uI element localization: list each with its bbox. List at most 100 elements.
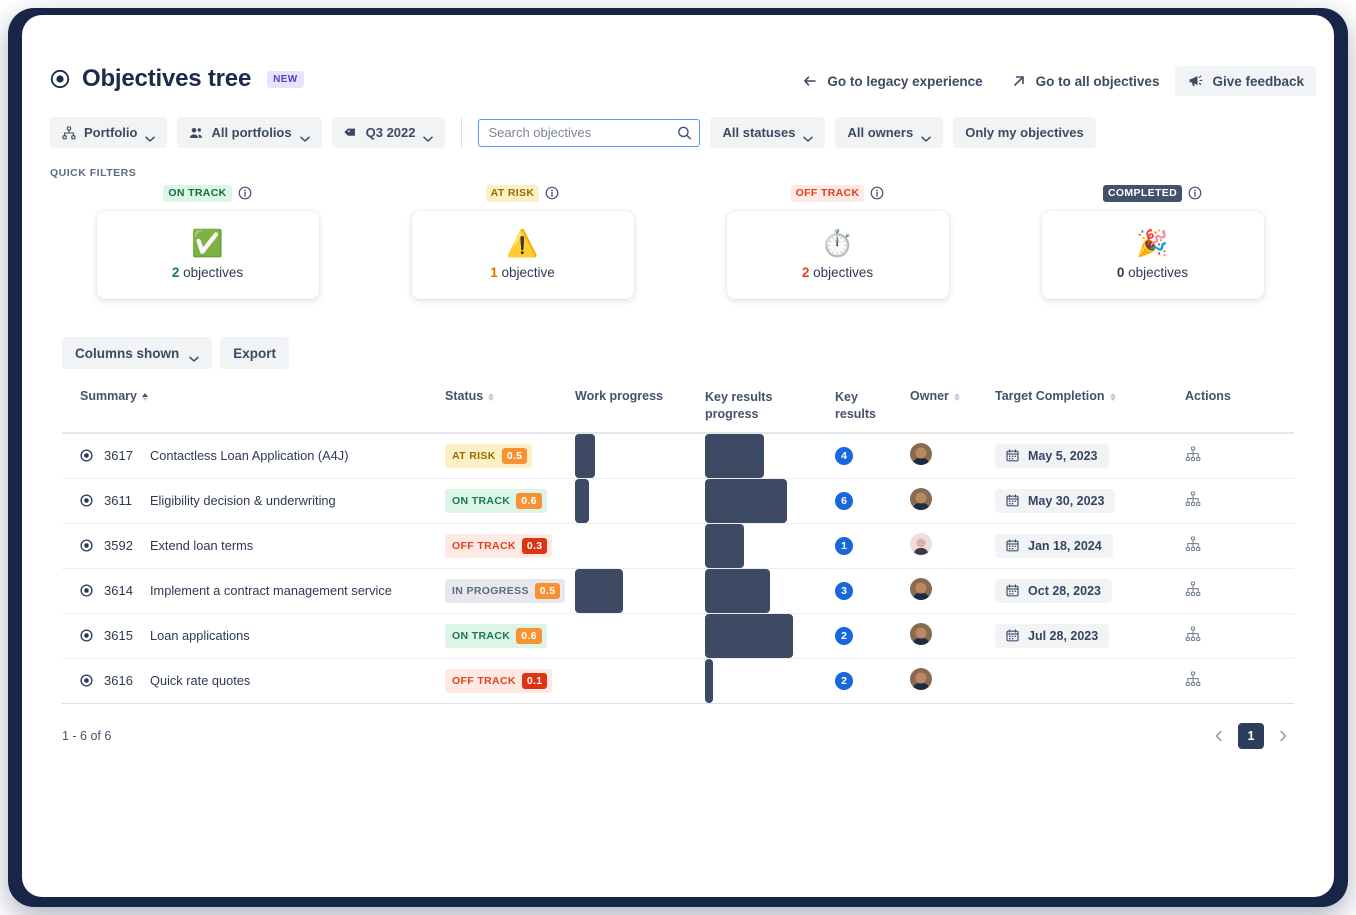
row-id-cell[interactable]: 3592: [62, 523, 150, 569]
target-completion-chip[interactable]: May 5, 2023: [995, 443, 1109, 468]
column-header-summary-label: Summary: [80, 389, 137, 403]
column-header-target-completion[interactable]: Target Completion: [995, 383, 1185, 433]
quick-filter-card-off-track[interactable]: ⏱️ 2 objectives: [726, 211, 949, 299]
row-status-cell[interactable]: IN PROGRESS 0.5: [445, 568, 576, 614]
row-id-cell[interactable]: 3611: [62, 478, 150, 524]
row-status-cell[interactable]: OFF TRACK 0.3: [445, 523, 576, 569]
row-actions-cell[interactable]: [1185, 658, 1295, 704]
row-status-cell[interactable]: AT RISK 0.5: [445, 433, 576, 479]
view-tree-icon[interactable]: [1185, 626, 1201, 642]
give-feedback-button[interactable]: Give feedback: [1175, 66, 1316, 96]
all-owners-filter[interactable]: All owners: [835, 117, 944, 148]
target-completion-chip[interactable]: Jul 28, 2023: [995, 623, 1110, 648]
row-owner-cell[interactable]: [910, 658, 996, 704]
row-target-completion-cell[interactable]: [995, 658, 1186, 704]
previous-page-button[interactable]: [1208, 725, 1230, 747]
row-owner-cell[interactable]: [910, 613, 996, 659]
quick-filter-card-completed[interactable]: 🎉 0 objectives: [1041, 211, 1264, 299]
row-target-completion-cell[interactable]: May 30, 2023: [995, 478, 1186, 524]
all-portfolios-filter[interactable]: All portfolios: [177, 117, 322, 148]
view-tree-icon[interactable]: [1185, 671, 1201, 687]
row-summary-cell[interactable]: Implement a contract management service: [150, 568, 446, 614]
go-to-legacy-experience-button[interactable]: Go to legacy experience: [790, 66, 994, 96]
row-target-completion-cell[interactable]: Oct 28, 2023: [995, 568, 1186, 614]
quarter-filter[interactable]: Q3 2022: [331, 117, 446, 148]
row-summary-cell[interactable]: Quick rate quotes: [150, 658, 446, 704]
column-header-owner[interactable]: Owner: [910, 383, 995, 433]
avatar[interactable]: [910, 668, 933, 690]
row-key-results-cell[interactable]: 4: [835, 433, 911, 479]
search-input[interactable]: [479, 119, 700, 146]
row-key-results-cell[interactable]: 2: [835, 613, 911, 659]
objective-target-icon: [80, 584, 93, 597]
table-row[interactable]: 3592 Extend loan terms OFF TRACK 0.3 1 Jan 18…: [62, 523, 1295, 569]
table-row[interactable]: 3614 Implement a contract management serv…: [62, 568, 1295, 614]
quick-filter-card-at-risk[interactable]: ⚠️ 1 objective: [411, 211, 634, 299]
row-actions-cell[interactable]: [1185, 568, 1295, 614]
row-summary-cell[interactable]: Eligibility decision & underwriting: [150, 478, 446, 524]
row-status-cell[interactable]: ON TRACK 0.6: [445, 478, 576, 524]
view-tree-icon[interactable]: [1185, 446, 1201, 462]
export-button[interactable]: Export: [220, 337, 290, 369]
row-target-completion-cell[interactable]: May 5, 2023: [995, 433, 1186, 479]
row-summary-cell[interactable]: Loan applications: [150, 613, 446, 659]
table-row[interactable]: 3617 Contactless Loan Application (A4J) AT…: [62, 433, 1295, 479]
avatar[interactable]: [910, 488, 933, 510]
row-key-results-cell[interactable]: 1: [835, 523, 911, 569]
avatar[interactable]: [910, 623, 933, 645]
page-1-button[interactable]: 1: [1238, 723, 1264, 749]
status-badge: OFF TRACK 0.1: [445, 668, 553, 693]
row-target-completion-cell[interactable]: Jul 28, 2023: [995, 613, 1186, 659]
search-objectives-box[interactable]: [478, 118, 701, 147]
row-actions-cell[interactable]: [1185, 523, 1295, 569]
row-status-cell[interactable]: OFF TRACK 0.1: [445, 658, 576, 704]
avatar[interactable]: [910, 443, 933, 466]
only-my-objectives-filter[interactable]: Only my objectives: [953, 117, 1096, 148]
row-actions-cell[interactable]: [1185, 433, 1295, 479]
row-id-cell[interactable]: 3616: [62, 658, 150, 704]
row-actions-cell[interactable]: [1185, 478, 1295, 524]
app-window: Objectives tree NEW Go to legacy experie…: [22, 15, 1334, 897]
row-id-cell[interactable]: 3614: [62, 568, 150, 614]
row-target-completion-cell[interactable]: Jan 18, 2024: [995, 523, 1186, 569]
row-key-results-cell[interactable]: 3: [835, 568, 911, 614]
row-id-cell[interactable]: 3615: [62, 613, 150, 659]
view-tree-icon[interactable]: [1185, 536, 1201, 552]
column-header-status[interactable]: Status: [445, 383, 575, 433]
go-to-all-objectives-button[interactable]: Go to all objectives: [999, 66, 1172, 96]
row-summary-cell[interactable]: Contactless Loan Application (A4J): [150, 433, 446, 479]
row-summary-cell[interactable]: Extend loan terms: [150, 523, 446, 569]
row-key-results-cell[interactable]: 2: [835, 658, 911, 704]
columns-shown-button[interactable]: Columns shown: [62, 337, 213, 369]
search-icon[interactable]: [677, 125, 692, 140]
next-page-button[interactable]: [1272, 725, 1294, 747]
info-icon[interactable]: [870, 186, 884, 200]
info-icon[interactable]: [1188, 186, 1202, 200]
target-completion-chip[interactable]: Jan 18, 2024: [995, 533, 1113, 558]
row-key-results-cell[interactable]: 6: [835, 478, 911, 524]
row-owner-cell[interactable]: [910, 478, 996, 524]
avatar[interactable]: [910, 578, 933, 600]
table-row[interactable]: 3616 Quick rate quotes OFF TRACK 0.1 2: [62, 658, 1295, 704]
target-completion-chip[interactable]: May 30, 2023: [995, 488, 1116, 513]
row-owner-cell[interactable]: [910, 433, 996, 479]
row-owner-cell[interactable]: [910, 523, 996, 569]
row-owner-cell[interactable]: [910, 568, 996, 614]
quick-filter-card-on-track[interactable]: ✅ 2 objectives: [96, 211, 319, 299]
row-status-cell[interactable]: ON TRACK 0.6: [445, 613, 576, 659]
info-icon[interactable]: [545, 186, 559, 200]
only-my-objectives-label: Only my objectives: [965, 125, 1084, 140]
target-completion-chip[interactable]: Oct 28, 2023: [995, 578, 1112, 603]
quick-filter-count: 1 objective: [490, 265, 555, 280]
avatar[interactable]: [910, 533, 933, 555]
row-id-cell[interactable]: 3617: [62, 433, 150, 479]
table-row[interactable]: 3611 Eligibility decision & underwriting O…: [62, 478, 1295, 524]
info-icon[interactable]: [238, 186, 252, 200]
table-row[interactable]: 3615 Loan applications ON TRACK 0.6 2 Jul 28,…: [62, 613, 1295, 659]
view-tree-icon[interactable]: [1185, 491, 1201, 507]
row-actions-cell[interactable]: [1185, 613, 1295, 659]
all-statuses-filter[interactable]: All statuses: [710, 117, 826, 148]
portfolio-filter[interactable]: Portfolio: [50, 117, 168, 148]
column-header-summary[interactable]: Summary: [62, 383, 445, 433]
view-tree-icon[interactable]: [1185, 581, 1201, 597]
